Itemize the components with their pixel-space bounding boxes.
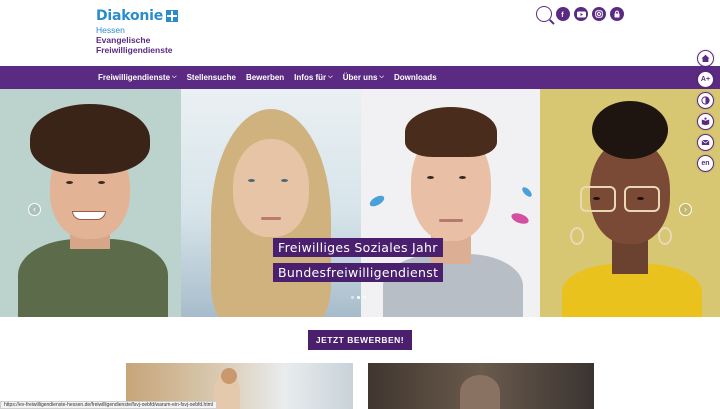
hero-photo-young-man-short-hair — [361, 89, 540, 317]
hero-caption-bfd: Bundesfreiwilligendienst — [273, 263, 444, 282]
nav-item-freiwilligendienste[interactable]: Freiwilligendienste ⌵ — [98, 73, 177, 82]
hero-slider: ‹ › Freiwilliges Soziales Jahr Bundesfre… — [0, 89, 720, 317]
chevron-down-icon: ⌵ — [379, 74, 384, 80]
search-icon[interactable] — [536, 6, 552, 22]
svg-text:f: f — [561, 12, 564, 18]
nav-item-bewerben[interactable]: Bewerben — [246, 73, 284, 82]
lock-icon[interactable] — [610, 7, 624, 21]
chevron-down-icon: ⌵ — [172, 74, 177, 80]
nav-label: Freiwilligendienste — [98, 73, 171, 82]
logo-org-line-2: Freiwilligendienste — [96, 45, 173, 55]
font-size-icon[interactable]: A+ — [697, 71, 714, 88]
mail-icon[interactable] — [697, 134, 714, 151]
slider-next-arrow-icon[interactable]: › — [679, 203, 692, 216]
logo-name: Diakonie — [96, 8, 164, 24]
header-icons: f — [536, 6, 624, 22]
slider-pagination — [351, 296, 366, 299]
logo-wordmark: Diakonie — [96, 8, 179, 24]
nav-label: Bewerben — [245, 73, 285, 82]
slider-dot[interactable] — [363, 296, 366, 299]
easy-language-icon[interactable] — [697, 113, 714, 130]
hero-caption-fsj: Freiwilliges Soziales Jahr — [273, 238, 443, 257]
hero-photo-young-woman-glasses — [540, 89, 720, 317]
nav-item-downloads[interactable]: Downloads — [394, 73, 437, 82]
slider-prev-arrow-icon[interactable]: ‹ — [28, 203, 41, 216]
browser-status-url: https://ev-freiwilligendienste-hessen.de… — [0, 401, 217, 409]
apply-now-button[interactable]: JETZT BEWERBEN! — [308, 330, 412, 350]
diakonie-logo[interactable]: Diakonie Hessen Evangelische Freiwillige… — [96, 8, 179, 55]
facebook-icon[interactable]: f — [556, 7, 570, 21]
teaser-card-image-2[interactable] — [368, 363, 594, 409]
nav-item-ueber-uns[interactable]: Über uns ⌵ — [343, 73, 384, 82]
nav-label: Infos für — [294, 73, 327, 82]
diakonie-cross-icon — [166, 10, 179, 22]
slider-dot-active[interactable] — [357, 296, 360, 299]
nav-item-infos-fuer[interactable]: Infos für ⌵ — [294, 73, 333, 82]
home-icon[interactable] — [697, 50, 714, 67]
hero-photo-young-man-curly-hair — [0, 89, 181, 317]
nav-label: Downloads — [393, 73, 437, 82]
nav-label: Über uns — [342, 73, 378, 82]
page: Diakonie Hessen Evangelische Freiwillige… — [0, 0, 720, 409]
hero-photo-young-woman-long-hair — [181, 89, 361, 317]
main-navigation: Freiwilligendienste ⌵ Stellensuche Bewerb… — [0, 66, 720, 89]
contrast-icon[interactable] — [697, 92, 714, 109]
chevron-down-icon: ⌵ — [328, 74, 333, 80]
youtube-icon[interactable] — [574, 7, 588, 21]
nav-item-stellensuche[interactable]: Stellensuche — [187, 73, 236, 82]
site-header: Diakonie Hessen Evangelische Freiwillige… — [0, 0, 720, 66]
accessibility-toolbar: A+ en — [697, 50, 714, 172]
slider-dot[interactable] — [351, 296, 354, 299]
nav-menu: Freiwilligendienste ⌵ Stellensuche Bewerb… — [98, 66, 437, 89]
logo-region: Hessen — [96, 25, 125, 35]
instagram-icon[interactable] — [592, 7, 606, 21]
nav-label: Stellensuche — [186, 73, 236, 82]
language-icon[interactable]: en — [697, 155, 714, 172]
logo-org-line-1: Evangelische — [96, 35, 151, 45]
